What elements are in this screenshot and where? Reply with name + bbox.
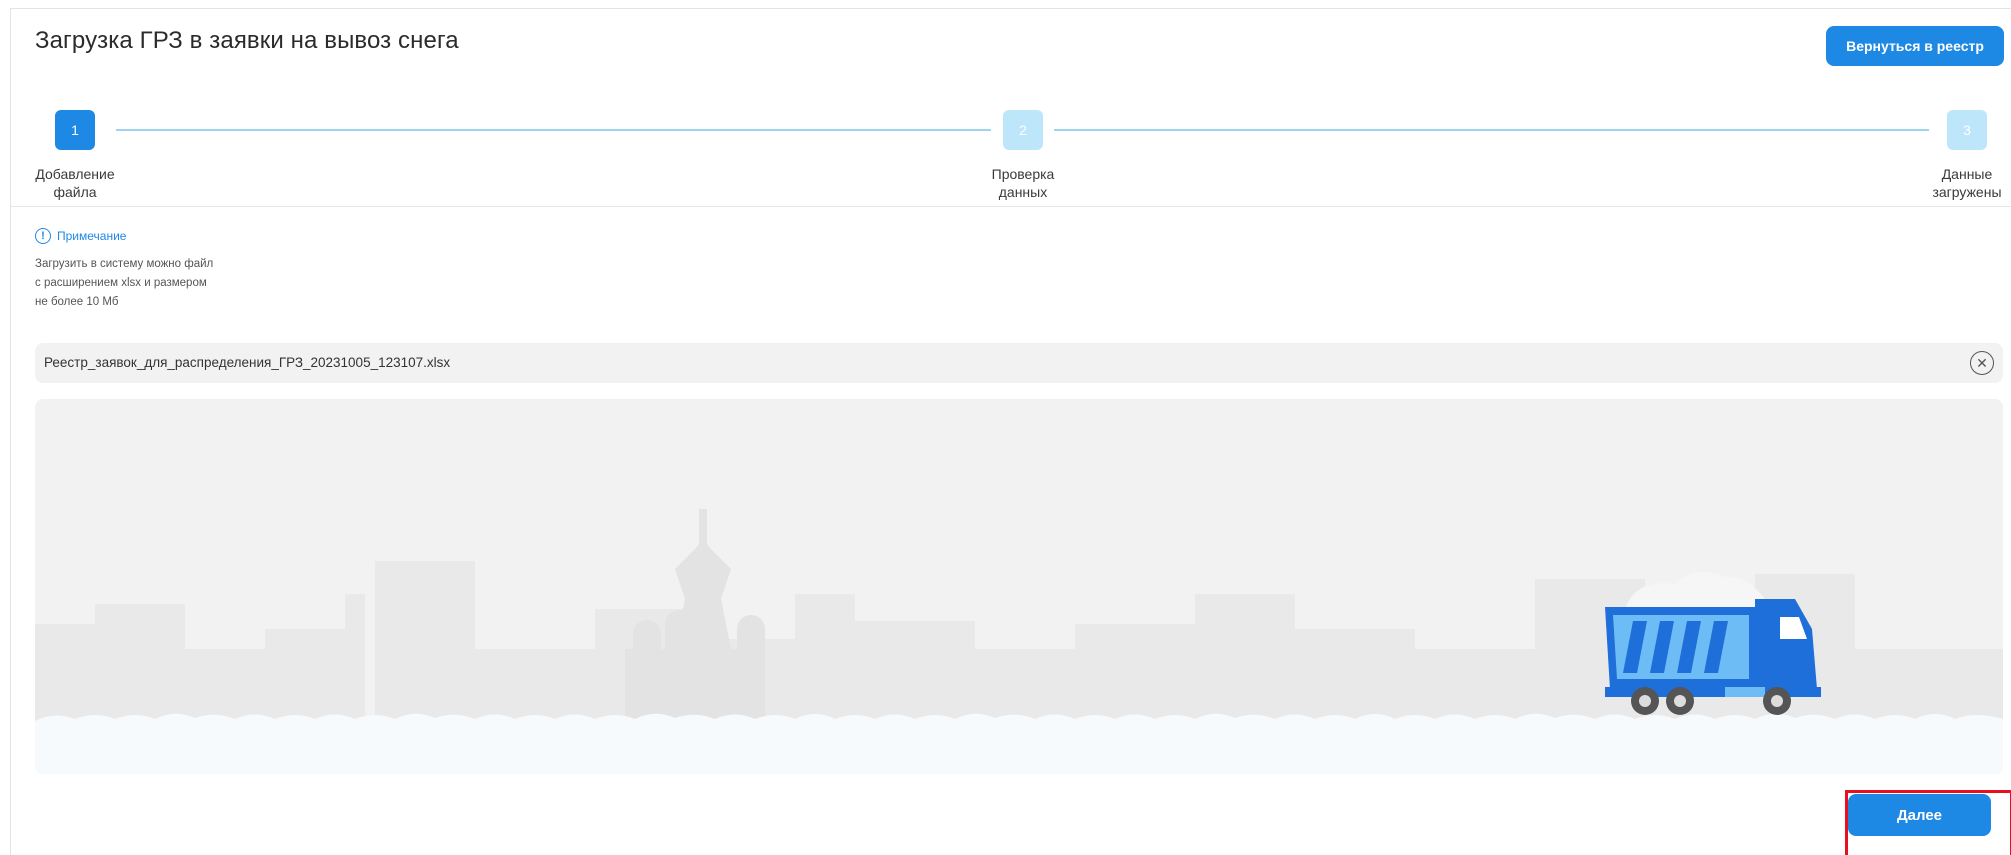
stepper: 1 2 3 Добавление файла Проверка данных Д… bbox=[11, 99, 2011, 200]
back-to-registry-button[interactable]: Вернуться в реестр bbox=[1826, 26, 2004, 66]
city-skyline-graphic bbox=[35, 509, 2003, 774]
snow-truck-illustration bbox=[35, 399, 2003, 774]
info-icon: ! bbox=[35, 228, 51, 244]
step-connector bbox=[116, 129, 991, 131]
close-circle-icon[interactable]: ✕ bbox=[1970, 351, 1994, 375]
note-header: ! Примечание bbox=[35, 228, 126, 244]
note-title: Примечание bbox=[57, 229, 127, 243]
step-connector bbox=[1054, 129, 1929, 131]
step-2-indicator: 2 bbox=[1003, 110, 1043, 150]
step-1-label: Добавление файла bbox=[35, 166, 115, 200]
step-2-label: Проверка данных bbox=[991, 166, 1055, 200]
uploaded-file-row: Реестр_заявок_для_распределения_ГРЗ_2023… bbox=[35, 343, 2003, 383]
file-name: Реестр_заявок_для_распределения_ГРЗ_2023… bbox=[44, 355, 451, 370]
divider bbox=[11, 206, 2011, 207]
note-text: Загрузить в систему можно файл с расшире… bbox=[35, 258, 214, 308]
page-title: Загрузка ГРЗ в заявки на вывоз снега bbox=[35, 27, 459, 54]
step-3-indicator: 3 bbox=[1947, 110, 1987, 150]
next-button[interactable]: Далее bbox=[1848, 794, 1991, 836]
step-3-label: Данные загружены bbox=[1932, 166, 2002, 200]
upload-card: Загрузка ГРЗ в заявки на вывоз снега Вер… bbox=[10, 8, 2011, 855]
step-1-indicator: 1 bbox=[55, 110, 95, 150]
